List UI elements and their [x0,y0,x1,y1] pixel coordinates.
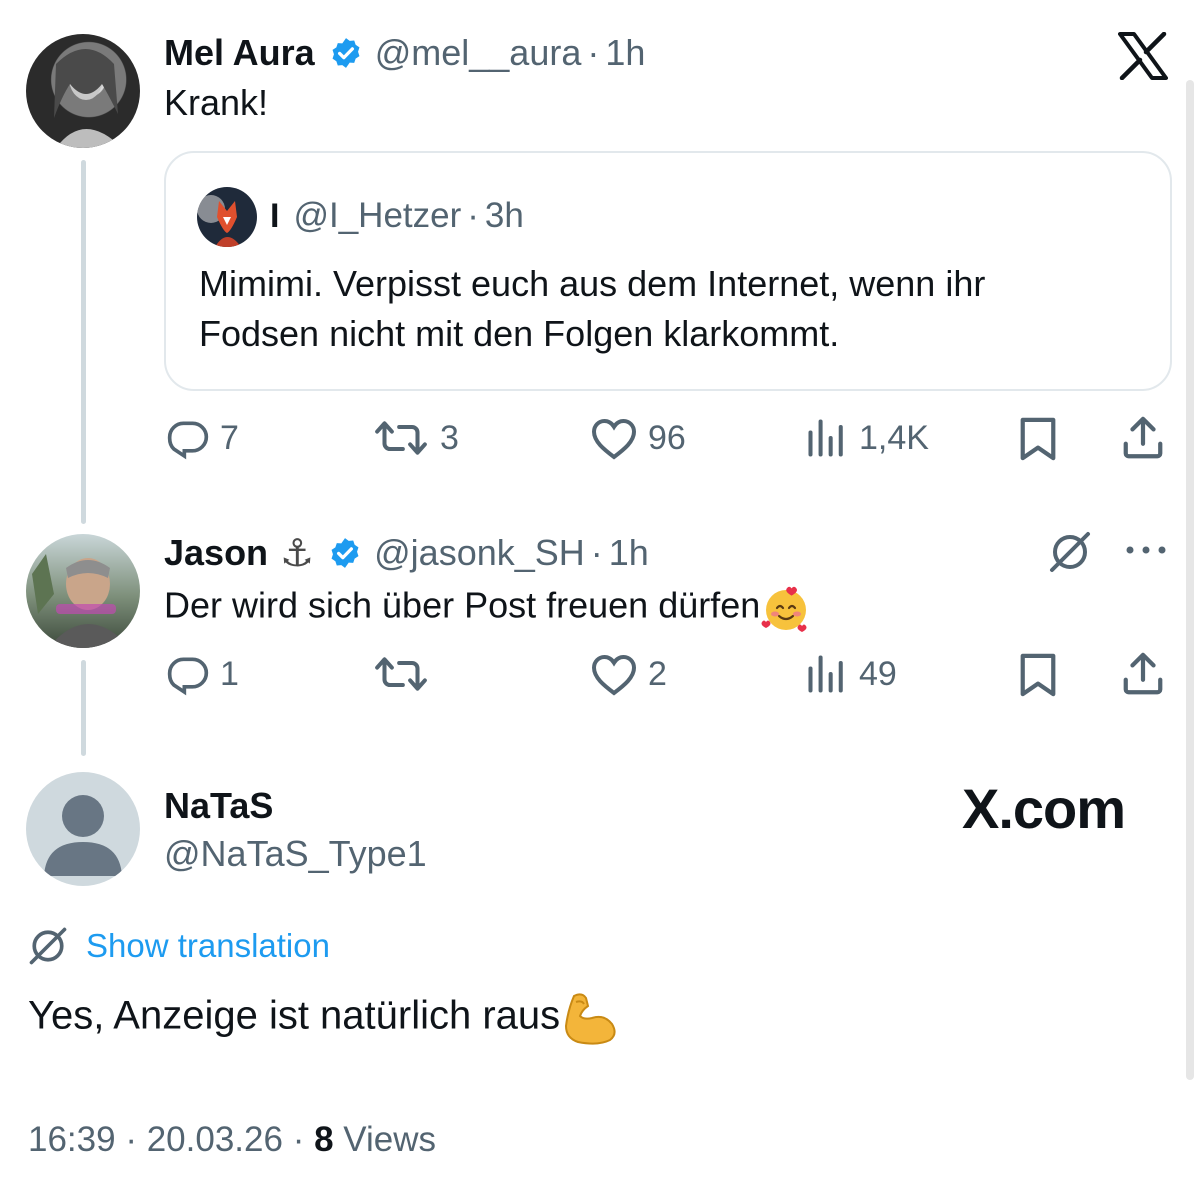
quoted-tweet-header: I @I_Hetzer · 3h [270,193,524,239]
reply-icon [167,657,209,696]
quoted-tweet-card[interactable]: I @I_Hetzer · 3h Mimimi. Verpisst euch a… [164,151,1172,391]
views-icon [808,419,843,457]
reply-count: 1 [220,654,239,693]
repost-button[interactable]: 3 [372,416,459,460]
display-name[interactable]: Mel Aura [164,32,315,74]
main-tweet-text-body: Yes, Anzeige ist natürlich raus [28,993,561,1038]
main-tweet-handle-row: @NaTaS_Type1 [164,832,427,876]
views-label: Views [343,1120,437,1159]
show-translation-link[interactable]: Show translation [26,924,330,968]
views-count: 49 [859,654,897,693]
tweet-header: Mel Aura @mel__aura · 1h [164,30,645,76]
tweet-time[interactable]: 16:39 [28,1120,116,1159]
quoted-display-name[interactable]: I [270,197,279,236]
translate-icon [29,927,67,965]
quoted-timestamp[interactable]: 3h [485,196,524,236]
tweet-text-body: Der wird sich über Post freuen dürfen [164,584,761,626]
thread-line [81,160,86,524]
show-translation-label[interactable]: Show translation [86,927,330,965]
share-icon [1123,416,1163,459]
quoted-handle[interactable]: @I_Hetzer [293,196,461,236]
separator-dot: · [292,1120,315,1159]
separator-dot: · [467,196,479,235]
repost-icon [375,421,427,455]
tweet-text: Der wird sich über Post freuen dürfen [164,582,812,634]
handle[interactable]: @mel__aura [375,32,582,74]
x-com-watermark: X.com [962,777,1126,840]
views-button[interactable]: 1,4K [805,416,929,460]
avatar-i-hetzer[interactable] [197,187,257,247]
verified-badge-icon [332,38,360,68]
anchor-emoji: ⚓ [280,532,315,575]
reply-count: 7 [220,418,239,457]
views-button[interactable]: 49 [805,652,897,696]
main-tweet-text: Yes, Anzeige ist natürlich raus [28,990,618,1046]
handle[interactable]: @jasonk_SH [374,532,585,574]
display-name[interactable]: Jason [164,532,268,574]
timestamp[interactable]: 1h [605,32,645,74]
like-button[interactable]: 2 [590,652,667,696]
tweet-screenshot: Mel Aura @mel__aura · 1h Krank! I @I_Het… [0,0,1200,1184]
reply-button[interactable]: 7 [166,416,239,460]
like-icon [591,418,637,460]
share-button[interactable] [1120,414,1166,462]
tweet-date[interactable]: 20.03.26 [147,1120,283,1159]
separator-dot: · [125,1120,147,1159]
more-icon[interactable] [1124,540,1168,560]
separator-dot: · [587,32,600,73]
reply-button[interactable]: 1 [166,652,239,696]
like-count: 96 [648,418,686,457]
bookmark-button[interactable] [1017,652,1059,698]
tweet-text: Krank! [164,82,269,123]
quoted-text-line-2: Fodsen nicht mit den Folgen klarkommt. [199,313,840,354]
tweet-timestamp-footer: 16:39 · 20.03.26 · 8 Views [28,1120,436,1160]
share-icon [1123,652,1163,695]
views-number: 8 [314,1120,334,1159]
bookmark-icon [1020,417,1056,461]
quoted-text-line-1: Mimimi. Verpisst euch aus dem Internet, … [199,263,986,304]
avatar-jason[interactable] [26,534,140,648]
avatar-mel-aura[interactable] [26,34,140,148]
main-tweet-name-row: NaTaS [164,784,273,828]
like-icon [591,654,637,696]
repost-count: 3 [440,418,459,457]
share-button[interactable] [1120,650,1166,698]
reply-icon [167,421,209,460]
translate-icon[interactable] [1046,528,1094,576]
verified-badge-icon [331,538,359,568]
bookmark-icon [1020,653,1056,697]
tweet-header: Jason ⚓ @jasonk_SH · 1h [164,530,649,576]
like-button[interactable]: 96 [590,416,686,460]
x-logo [1118,32,1168,80]
handle[interactable]: @NaTaS_Type1 [164,833,427,875]
timestamp[interactable]: 1h [609,532,649,574]
repost-icon [375,657,427,691]
bookmark-button[interactable] [1017,416,1059,462]
thread-line [81,660,86,756]
display-name[interactable]: NaTaS [164,785,273,827]
views-count: 1,4K [859,418,929,457]
avatar-natas-default[interactable] [26,772,140,886]
views-icon [808,655,843,693]
flexed-biceps-emoji [565,993,616,1045]
separator-dot: · [590,532,603,573]
scrollbar[interactable] [1186,80,1194,1080]
like-count: 2 [648,654,667,693]
repost-button[interactable] [372,652,440,696]
smiling-hearts-emoji [761,586,807,632]
